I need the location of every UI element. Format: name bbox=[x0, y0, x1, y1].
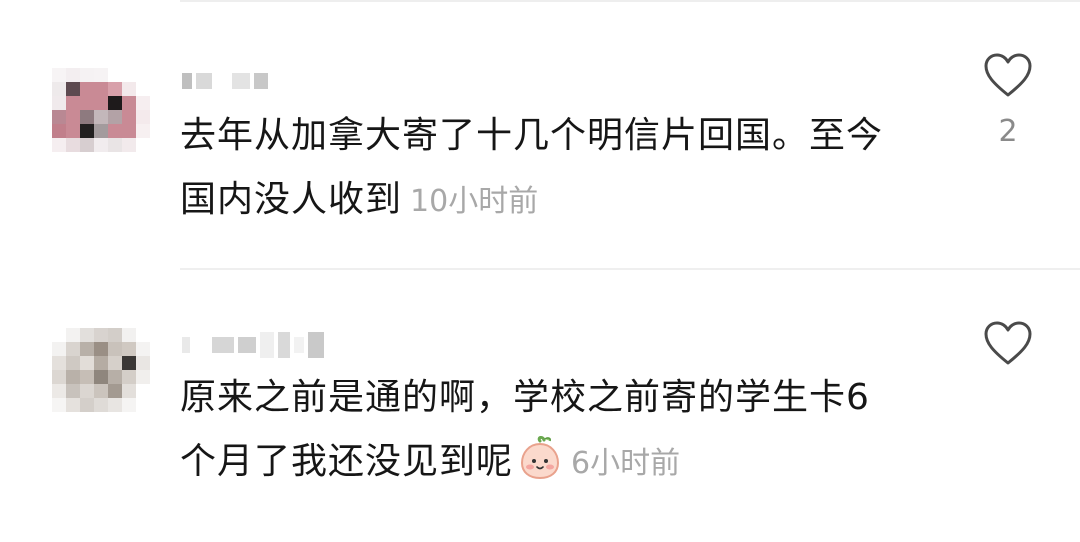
heart-outline-icon[interactable] bbox=[983, 52, 1033, 98]
comment-line: 去年从加拿大寄了十几个明信片回国。至今 bbox=[180, 115, 884, 156]
comment-text: 去年从加拿大寄了十几个明信片回国。至今 国内没人收到 10小时前 bbox=[180, 104, 940, 234]
like-count: 2 bbox=[998, 114, 1018, 149]
comment-line: 个月了我还没见到呢 bbox=[180, 441, 514, 482]
comment-line: 国内没人收到 bbox=[180, 179, 403, 220]
timestamp: 6小时前 bbox=[571, 446, 681, 481]
like-button[interactable]: 2 bbox=[980, 52, 1036, 150]
top-divider bbox=[180, 0, 1080, 2]
comment-item: 原来之前是通的啊，学校之前寄的学生卡6 个月了我还没见到呢 6小时前 bbox=[0, 306, 1080, 542]
like-button[interactable] bbox=[980, 320, 1036, 418]
avatar[interactable] bbox=[52, 328, 150, 426]
like-count bbox=[980, 382, 1036, 418]
comment-text: 原来之前是通的啊，学校之前寄的学生卡6 个月了我还没见到呢 6小时前 bbox=[180, 366, 940, 496]
peach-face-emoji-icon bbox=[521, 436, 560, 480]
comment-item: 去年从加拿大寄了十几个明信片回国。至今 国内没人收到 10小时前 2 bbox=[0, 40, 1080, 268]
username-blurred[interactable] bbox=[182, 332, 324, 358]
comment-line: 原来之前是通的啊，学校之前寄的学生卡6 bbox=[180, 377, 870, 418]
heart-outline-icon[interactable] bbox=[983, 320, 1033, 366]
username-blurred[interactable] bbox=[182, 70, 268, 92]
timestamp: 10小时前 bbox=[410, 184, 539, 219]
comment-divider bbox=[180, 268, 1080, 270]
avatar[interactable] bbox=[52, 68, 150, 166]
